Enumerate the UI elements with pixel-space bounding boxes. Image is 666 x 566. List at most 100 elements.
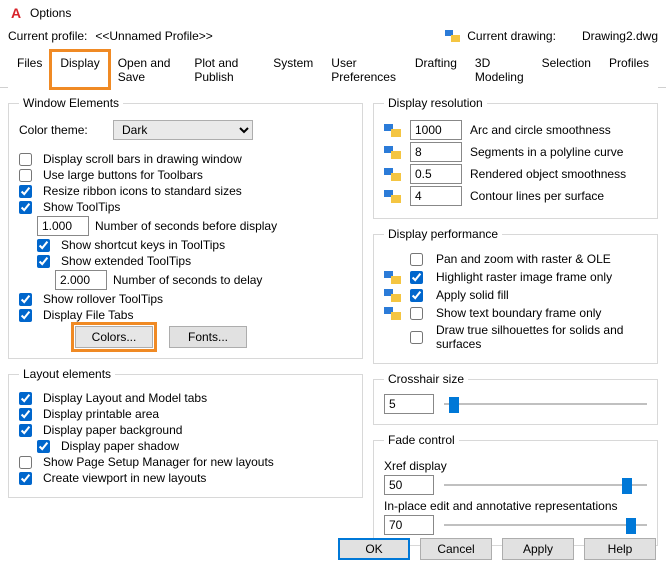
group-fade-control: Fade control Xref display In-place edit … [373,433,658,546]
lbl-shortcut-keys: Show shortcut keys in ToolTips [61,238,225,252]
render-smoothness-input[interactable] [410,164,462,184]
chk-extended-tooltips[interactable] [37,255,50,268]
chk-solid-fill[interactable] [410,289,423,302]
chk-page-setup-mgr[interactable] [19,456,32,469]
chk-printable-area[interactable] [19,408,32,421]
tab-profiles[interactable]: Profiles [600,51,658,88]
color-theme-label: Color theme: [19,123,107,137]
group-window-elements: Window Elements Color theme: Dark Displa… [8,96,363,359]
contour-lines-input[interactable] [410,186,462,206]
chk-true-silhouettes[interactable] [410,331,423,344]
titlebar: A Options [0,0,666,26]
colors-button[interactable]: Colors... [75,326,153,348]
color-theme-select[interactable]: Dark [113,120,253,140]
chk-resize-ribbon[interactable] [19,185,32,198]
current-drawing-value: Drawing2.dwg [582,29,658,43]
chk-scroll-bars[interactable] [19,153,32,166]
lbl-paper-shadow: Display paper shadow [61,439,179,453]
tab-drafting[interactable]: Drafting [406,51,466,88]
xref-display-input[interactable] [384,475,434,495]
chk-text-boundary[interactable] [410,307,423,320]
lbl-true-silhouettes: Draw true silhouettes for solids and sur… [436,323,647,351]
chk-rollover-tooltips[interactable] [19,293,32,306]
drawing-db-icon [384,269,402,285]
extended-seconds-label: Number of seconds to delay [113,273,262,287]
arc-smoothness-input[interactable] [410,120,462,140]
tooltip-seconds-label: Number of seconds before display [95,219,277,233]
chk-paper-background[interactable] [19,424,32,437]
drawing-db-icon [384,305,402,321]
crosshair-size-input[interactable] [384,394,434,414]
chk-file-tabs[interactable] [19,309,32,322]
tab-plot-publish[interactable]: Plot and Publish [185,51,264,88]
chk-show-tooltips[interactable] [19,201,32,214]
lbl-page-setup-mgr: Show Page Setup Manager for new layouts [43,455,274,469]
group-display-resolution: Display resolution Arc and circle smooth… [373,96,658,219]
lbl-extended-tooltips: Show extended ToolTips [61,254,191,268]
xref-display-slider[interactable] [444,476,647,494]
polyline-segments-label: Segments in a polyline curve [470,145,623,159]
lbl-highlight-raster: Highlight raster image frame only [436,270,612,284]
lbl-text-boundary: Show text boundary frame only [436,306,601,320]
drawing-icon [445,28,461,44]
tooltip-seconds-input[interactable] [37,216,89,236]
tab-open-save[interactable]: Open and Save [109,51,186,88]
cancel-button[interactable]: Cancel [420,538,492,560]
lbl-pan-zoom-raster: Pan and zoom with raster & OLE [436,252,611,266]
window-title: Options [30,6,658,20]
content: Window Elements Color theme: Dark Displa… [0,88,666,550]
apply-button[interactable]: Apply [502,538,574,560]
tab-display[interactable]: Display [51,51,108,88]
group-display-performance: Display performance Pan and zoom with ra… [373,227,658,364]
polyline-segments-input[interactable] [410,142,462,162]
lbl-large-buttons: Use large buttons for Toolbars [43,168,203,182]
app-icon: A [8,5,24,21]
drawing-db-icon [384,166,402,182]
extended-seconds-input[interactable] [55,270,107,290]
chk-create-viewport[interactable] [19,472,32,485]
group-layout-elements: Layout elements Display Layout and Model… [8,367,363,498]
drawing-db-icon [384,122,402,138]
lbl-paper-background: Display paper background [43,423,182,437]
ok-button[interactable]: OK [338,538,410,560]
current-profile-label: Current profile: [8,29,87,43]
fonts-button[interactable]: Fonts... [169,326,247,348]
chk-large-buttons[interactable] [19,169,32,182]
inplace-edit-input[interactable] [384,515,434,535]
tab-3d-modeling[interactable]: 3D Modeling [466,51,533,88]
lbl-resize-ribbon: Resize ribbon icons to standard sizes [43,184,242,198]
inplace-edit-slider[interactable] [444,516,647,534]
drawing-db-icon [384,188,402,204]
drawing-db-icon [384,144,402,160]
tab-selection[interactable]: Selection [533,51,600,88]
chk-pan-zoom-raster[interactable] [410,253,423,266]
lbl-printable-area: Display printable area [43,407,159,421]
dialog-buttons: OK Cancel Apply Help [338,538,656,560]
lbl-show-tooltips: Show ToolTips [43,200,120,214]
help-button[interactable]: Help [584,538,656,560]
current-profile-value: <<Unnamed Profile>> [95,29,212,43]
crosshair-size-slider[interactable] [444,395,647,413]
chk-shortcut-keys[interactable] [37,239,50,252]
info-row: Current profile: <<Unnamed Profile>> Cur… [0,26,666,50]
chk-paper-shadow[interactable] [37,440,50,453]
legend-window-elements: Window Elements [19,96,123,110]
lbl-create-viewport: Create viewport in new layouts [43,471,206,485]
lbl-rollover-tooltips: Show rollover ToolTips [43,292,163,306]
tab-files[interactable]: Files [8,51,51,88]
chk-layout-model-tabs[interactable] [19,392,32,405]
lbl-solid-fill: Apply solid fill [436,288,509,302]
lbl-layout-model-tabs: Display Layout and Model tabs [43,391,207,405]
legend-layout-elements: Layout elements [19,367,115,381]
current-drawing-label: Current drawing: [467,29,556,43]
legend-fade-control: Fade control [384,433,459,447]
tab-user-preferences[interactable]: User Preferences [322,51,406,88]
legend-display-performance: Display performance [384,227,502,241]
lbl-file-tabs: Display File Tabs [43,308,133,322]
tab-system[interactable]: System [264,51,322,88]
lbl-scroll-bars: Display scroll bars in drawing window [43,152,242,166]
tab-bar: Files Display Open and Save Plot and Pub… [0,50,666,88]
xref-display-label: Xref display [384,459,647,473]
contour-lines-label: Contour lines per surface [470,189,604,203]
chk-highlight-raster[interactable] [410,271,423,284]
